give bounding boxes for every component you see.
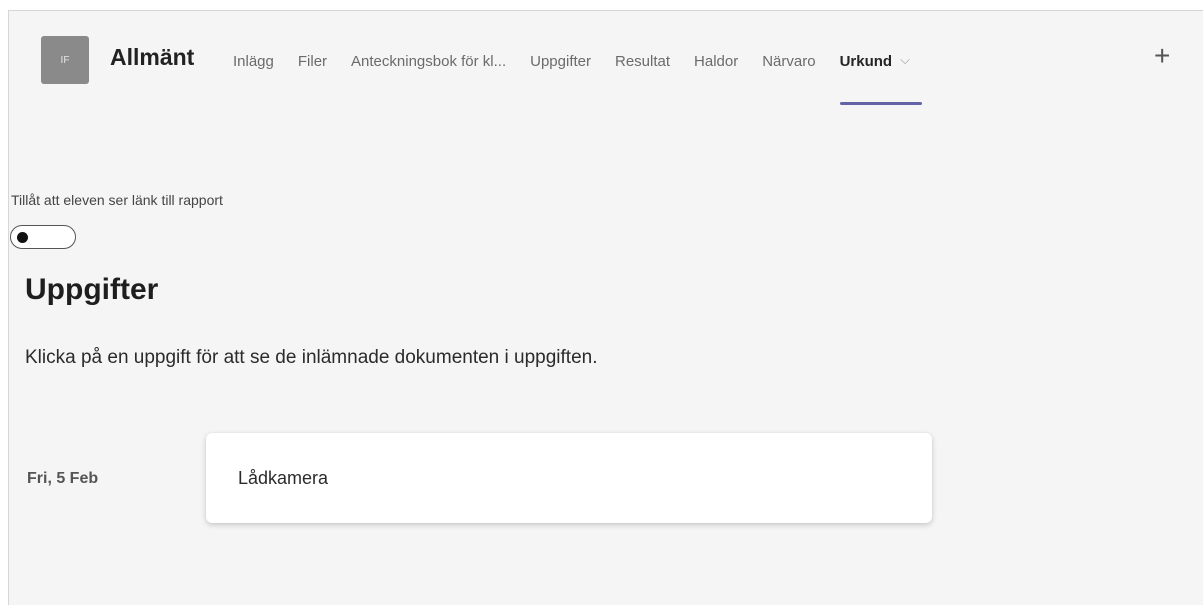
tab-haldor[interactable]: Haldor bbox=[694, 53, 738, 70]
toggle-knob bbox=[17, 232, 28, 243]
tab-label: Inlägg bbox=[233, 52, 274, 70]
assignment-name: Lådkamera bbox=[238, 468, 329, 488]
tab-label: Filer bbox=[297, 52, 328, 70]
tab-label: Uppgifter bbox=[530, 52, 591, 70]
tab-bar: Inlägg Filer Anteckningsbok för kl... Up… bbox=[233, 49, 934, 105]
plus-icon[interactable]: + bbox=[1154, 42, 1170, 70]
tab-resultat[interactable]: Resultat bbox=[615, 53, 670, 70]
report-link-toggle-label: Tillåt att eleven ser länk till rapport bbox=[11, 192, 223, 208]
team-avatar-initials: IF bbox=[60, 54, 70, 66]
section-description: Klicka på en uppgift för att se de inläm… bbox=[25, 347, 598, 368]
report-link-toggle[interactable] bbox=[10, 225, 76, 249]
tab-narvaro[interactable]: Närvaro bbox=[762, 53, 815, 70]
channel-title: Allmänt bbox=[110, 44, 195, 70]
tab-label: Resultat bbox=[615, 52, 671, 70]
tab-uppgifter[interactable]: Uppgifter bbox=[530, 53, 591, 70]
chevron-down-icon[interactable]: ⌵ bbox=[900, 52, 910, 68]
tab-inlagg[interactable]: Inlägg bbox=[233, 53, 274, 70]
tab-label: Anteckningsbok för kl... bbox=[351, 52, 507, 70]
assignment-card[interactable]: Lådkamera bbox=[206, 433, 932, 523]
tab-anteckningsbok[interactable]: Anteckningsbok för kl... bbox=[351, 53, 506, 70]
channel-header: IF Allmänt Inlägg Filer Anteckningsbok f… bbox=[9, 11, 1203, 111]
tab-filer[interactable]: Filer bbox=[298, 53, 327, 70]
tab-label: Urkund bbox=[839, 52, 893, 70]
tab-label: Närvaro bbox=[762, 52, 816, 70]
tab-label: Haldor bbox=[694, 52, 739, 70]
team-avatar[interactable]: IF bbox=[41, 36, 89, 84]
active-tab-indicator bbox=[839, 101, 922, 105]
app-frame: IF Allmänt Inlägg Filer Anteckningsbok f… bbox=[8, 10, 1203, 605]
assignment-date: Fri, 5 Feb bbox=[27, 470, 99, 487]
tab-urkund[interactable]: Urkund ⌵ bbox=[839, 52, 922, 105]
section-title: Uppgifter bbox=[25, 273, 159, 306]
